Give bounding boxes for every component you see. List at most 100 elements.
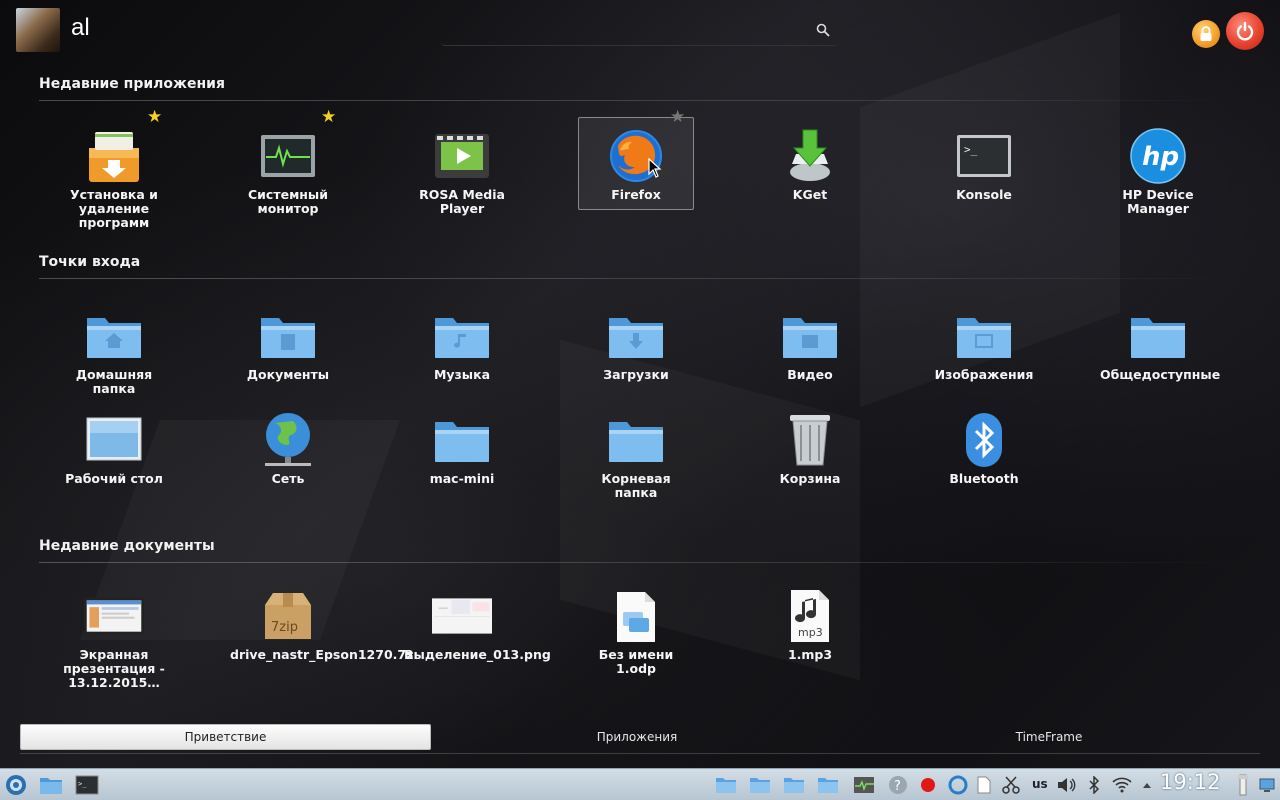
launcher-button[interactable] xyxy=(3,773,29,797)
tray-update[interactable] xyxy=(946,773,970,797)
7zip-archive-icon: 7zip xyxy=(258,586,318,646)
username: al xyxy=(71,14,90,41)
app-label: Системный монитор xyxy=(248,187,328,216)
place-tile-video[interactable]: Видео xyxy=(752,306,868,382)
place-label: Сеть xyxy=(271,471,305,486)
favorite-star-icon[interactable]: ★ xyxy=(321,107,336,127)
app-tile-kget[interactable]: KGet xyxy=(752,126,868,202)
tray-screenshot[interactable] xyxy=(1000,773,1022,797)
tab-timeframe[interactable]: TimeFrame xyxy=(843,724,1255,750)
package-install-icon xyxy=(84,126,144,186)
section-divider xyxy=(39,278,1239,279)
app-label: Konsole xyxy=(956,187,1012,202)
place-tile-bluetooth[interactable]: Bluetooth xyxy=(926,410,1042,486)
place-label: Общедоступные xyxy=(1100,367,1221,382)
tray-bluetooth[interactable] xyxy=(1084,773,1104,797)
section-title-recent-apps: Недавние приложения xyxy=(39,76,225,92)
doc-tile-odp[interactable]: Без имени 1.odp xyxy=(578,586,694,676)
wifi-icon xyxy=(1112,777,1132,793)
tray-show-desktop[interactable] xyxy=(1258,773,1276,797)
desktop-icon xyxy=(84,410,144,470)
document-icon xyxy=(977,776,991,794)
chevron-up-icon xyxy=(1143,783,1151,788)
power-button[interactable] xyxy=(1226,12,1264,50)
doc-tile-7z-archive[interactable]: 7zip drive_nastr_Epson1270.7z xyxy=(230,586,414,662)
place-tile-downloads[interactable]: Загрузки xyxy=(578,306,694,382)
tray-folder-4[interactable] xyxy=(816,773,840,797)
app-tile-firefox[interactable]: Firefox xyxy=(578,117,694,210)
tray-record[interactable] xyxy=(918,773,938,797)
place-tile-desktop[interactable]: Рабочий стол xyxy=(56,410,172,486)
folder-icon xyxy=(784,778,804,793)
doc-tile-png-image[interactable]: Выделение_013.png xyxy=(404,586,551,662)
svg-text:>_: >_ xyxy=(964,143,978,156)
file-manager-icon xyxy=(40,778,62,794)
app-label: KGet xyxy=(792,187,828,202)
doc-label: drive_nastr_Epson1270.7z xyxy=(230,647,414,662)
doc-tile-mp3[interactable]: mp3 1.mp3 xyxy=(752,586,868,662)
place-label: mac-mini xyxy=(429,471,495,486)
place-tile-pictures[interactable]: Изображения xyxy=(926,306,1042,382)
place-tile-music[interactable]: Музыка xyxy=(404,306,520,382)
tray-clipboard[interactable] xyxy=(974,773,994,797)
section-divider xyxy=(39,100,1239,101)
trash-icon xyxy=(780,410,840,470)
app-tile-software-install[interactable]: Установка и удаление программ xyxy=(56,126,172,230)
clock[interactable]: 19:12 xyxy=(1160,770,1221,794)
volume-icon xyxy=(1058,778,1076,792)
app-tile-rosa-media-player[interactable]: ROSA Media Player xyxy=(404,126,520,216)
kget-download-icon xyxy=(780,126,840,186)
tab-welcome[interactable]: Приветствие xyxy=(20,724,431,750)
odp-document-icon xyxy=(606,586,666,646)
music-folder-icon xyxy=(432,306,492,366)
place-tile-network[interactable]: Сеть xyxy=(230,410,346,486)
app-label: HP Device Manager xyxy=(1122,187,1194,216)
favorite-star-icon[interactable]: ★ xyxy=(147,107,162,127)
doc-label: Экранная презентация - 13.12.2015… xyxy=(63,647,165,690)
rosa-launcher-icon xyxy=(6,775,26,795)
desktop-icon xyxy=(1259,778,1275,792)
tab-applications[interactable]: Приложения xyxy=(431,724,843,750)
presentation-thumbnail-icon xyxy=(84,586,144,646)
user-avatar[interactable] xyxy=(16,8,60,52)
root-folder-icon xyxy=(606,410,666,470)
tray-device-notifier[interactable] xyxy=(1234,773,1252,797)
place-label: Видео xyxy=(787,367,833,382)
keyboard-layout-indicator[interactable]: us xyxy=(1032,777,1048,791)
tray-expand[interactable] xyxy=(1138,773,1156,797)
folder-icon xyxy=(750,778,770,793)
tray-wifi[interactable] xyxy=(1110,773,1134,797)
place-tile-public[interactable]: Общедоступные xyxy=(1100,306,1221,382)
place-tile-root[interactable]: Корневая папка xyxy=(578,410,694,500)
svg-text:mp3: mp3 xyxy=(798,626,823,639)
tray-folder-1[interactable] xyxy=(714,773,738,797)
favorite-star-icon[interactable]: ★ xyxy=(670,107,685,127)
doc-tile-screen-presentation[interactable]: Экранная презентация - 13.12.2015… xyxy=(56,586,172,690)
svg-text:?: ? xyxy=(894,779,901,794)
app-tile-hp-device-manager[interactable]: hp HP Device Manager xyxy=(1100,126,1216,216)
place-label: Загрузки xyxy=(603,367,669,382)
tray-system-monitor[interactable] xyxy=(852,773,876,797)
tray-help[interactable]: ? xyxy=(886,773,910,797)
usb-device-icon xyxy=(1238,774,1248,796)
taskbar-konsole[interactable]: >_ xyxy=(74,773,100,797)
lock-screen-button[interactable] xyxy=(1192,20,1220,48)
tray-folder-3[interactable] xyxy=(782,773,806,797)
taskbar-file-manager[interactable] xyxy=(38,773,64,797)
scissors-icon xyxy=(1002,776,1020,794)
launcher-tabs: Приветствие Приложения TimeFrame xyxy=(20,724,1260,752)
tray-volume[interactable] xyxy=(1054,773,1078,797)
app-tile-system-monitor[interactable]: Системный монитор xyxy=(230,126,346,216)
svg-text:>_: >_ xyxy=(78,780,87,788)
tray-folder-2[interactable] xyxy=(748,773,772,797)
place-tile-home[interactable]: Домашняя папка xyxy=(56,306,172,396)
section-title-recent-documents: Недавние документы xyxy=(39,538,215,554)
place-tile-documents[interactable]: Документы xyxy=(230,306,346,382)
tabs-divider xyxy=(20,753,1260,754)
app-tile-konsole[interactable]: >_ Konsole xyxy=(926,126,1042,202)
place-tile-trash[interactable]: Корзина xyxy=(752,410,868,486)
section-divider xyxy=(39,562,1239,563)
svg-text:7zip: 7zip xyxy=(271,620,298,635)
search-input[interactable] xyxy=(441,14,838,46)
place-tile-mac-mini[interactable]: mac-mini xyxy=(404,410,520,486)
